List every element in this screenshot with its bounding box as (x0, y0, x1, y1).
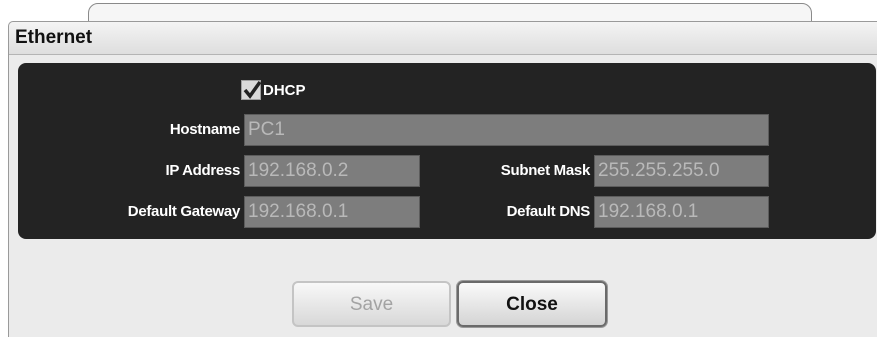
close-button[interactable]: Close (457, 281, 607, 327)
dialog-title: Ethernet (15, 27, 93, 48)
default-gateway-label: Default Gateway (127, 203, 241, 220)
default-dns-field[interactable]: 192.168.0.1 (594, 196, 769, 228)
subnet-mask-field[interactable]: 255.255.255.0 (594, 155, 769, 187)
dialog-titlebar: Ethernet (9, 22, 877, 55)
check-icon (243, 81, 261, 99)
ethernet-dialog: Ethernet DHCP Hostname PC1 IP Address 19… (8, 21, 877, 337)
settings-panel: DHCP Hostname PC1 IP Address 192.168.0.2… (18, 63, 876, 239)
hostname-label: Hostname (169, 121, 240, 138)
default-dns-label: Default DNS (506, 203, 591, 220)
save-button[interactable]: Save (292, 281, 451, 327)
hostname-field[interactable]: PC1 (244, 114, 769, 146)
ip-address-label: IP Address (165, 162, 240, 179)
dhcp-row: DHCP (241, 80, 306, 100)
ip-address-field[interactable]: 192.168.0.2 (244, 155, 420, 187)
dhcp-checkbox[interactable] (241, 80, 261, 100)
subnet-mask-label: Subnet Mask (500, 162, 591, 179)
dhcp-label: DHCP (263, 81, 306, 99)
default-gateway-field[interactable]: 192.168.0.1 (244, 196, 420, 228)
